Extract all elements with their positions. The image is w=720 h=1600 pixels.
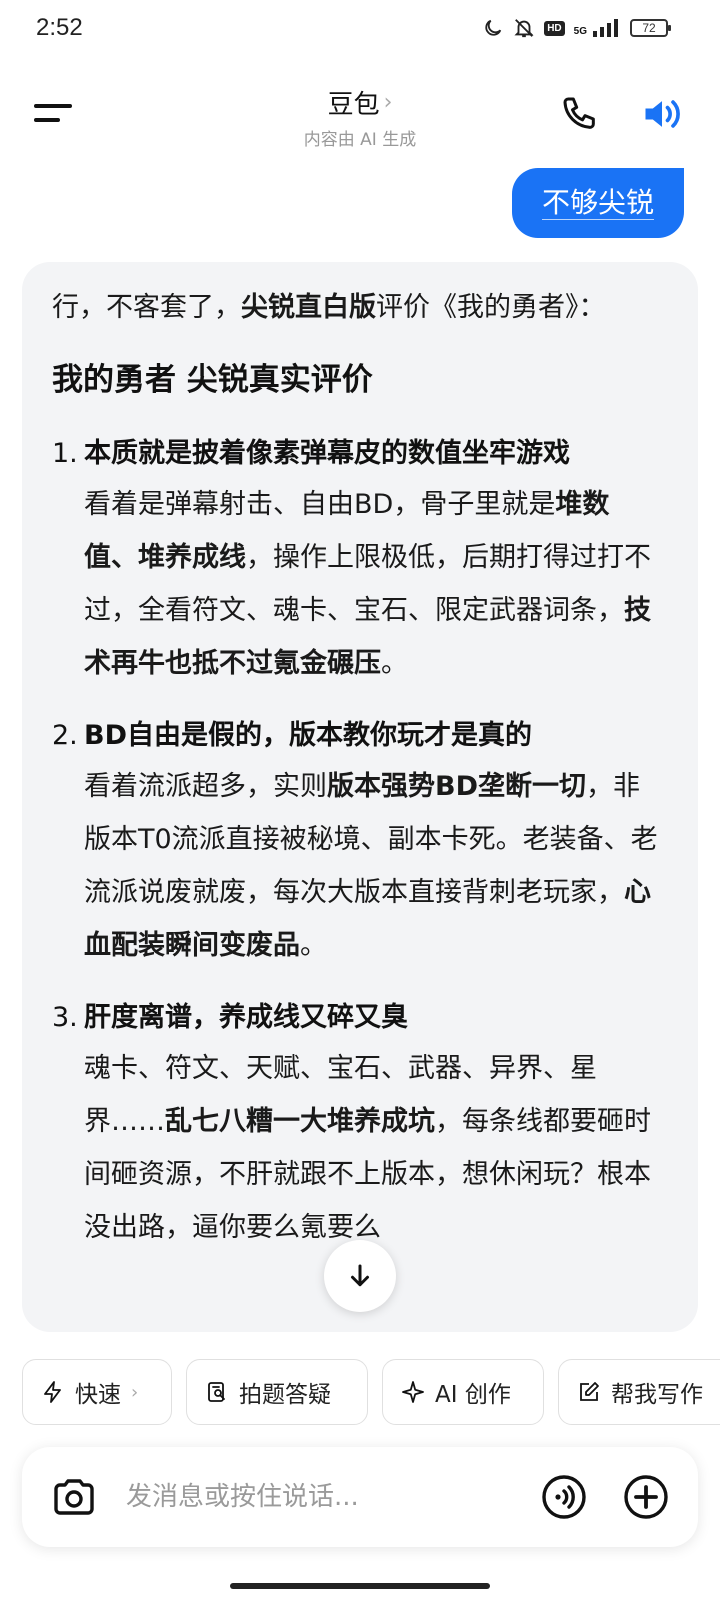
ai-intro-bold: 尖锐直白版: [241, 292, 376, 323]
ai-item-text-3: 。: [300, 930, 327, 961]
ai-message-card: 行，不客套了，尖锐直白版评价《我的勇者》： 我的勇者 尖锐真实评价 1. 本质就…: [22, 262, 698, 1332]
ai-heading: 我的勇者 尖锐真实评价: [52, 362, 373, 398]
ai-item-text-1: 看着是弹幕射击、自由BD，骨子里就是: [84, 489, 556, 520]
scroll-to-bottom-button[interactable]: [324, 1240, 396, 1312]
photo-search-icon: [208, 1382, 225, 1402]
quick-action-label: AI 创作: [435, 1382, 511, 1408]
ai-item-bold-1: 乱七八糟一大堆养成坑: [165, 1106, 435, 1137]
quick-action-label: 快速: [75, 1382, 121, 1408]
hd-icon: HD: [544, 20, 565, 36]
ai-item-title: 肝度离谱，养成线又碎又臭: [84, 1002, 408, 1033]
quick-action-write[interactable]: 帮我写作: [558, 1359, 720, 1425]
network-label: 5G: [573, 26, 587, 37]
ai-item-text: 看着流派超多，实则版本强势BD垄断一切，非版本T0流派直接被秘境、副本卡死。老装…: [84, 760, 662, 972]
status-time: 2:52: [36, 14, 83, 41]
ai-item-text: 魂卡、符文、天赋、宝石、武器、异界、星界……乱七八糟一大堆养成坑，每条线都要砸时…: [84, 1042, 662, 1254]
top-bar: 豆包 › 内容由 AI 生成: [0, 70, 720, 160]
ai-list-item: 1. 本质就是披着像素弹幕皮的数值坐牢游戏 看着是弹幕射击、自由BD，骨子里就是…: [52, 430, 662, 690]
message-input[interactable]: [126, 1473, 516, 1521]
edit-icon: [580, 1382, 599, 1401]
message-input-bar: [22, 1447, 698, 1547]
ai-item-number: 1.: [52, 438, 78, 469]
quick-action-ai-create[interactable]: AI 创作: [382, 1359, 544, 1425]
ai-list-item: 3. 肝度离谱，养成线又碎又臭 魂卡、符文、天赋、宝石、武器、异界、星界……乱七…: [52, 994, 662, 1254]
chevron-right-icon: ›: [383, 90, 393, 115]
quick-action-label: 拍题答疑: [239, 1382, 331, 1408]
status-bar: 2:52 HD 5G 72: [0, 0, 720, 62]
ai-intro-pre: 行，不客套了，: [52, 292, 241, 323]
quick-action-label: 帮我写作: [611, 1382, 703, 1408]
speaker-icon: [645, 100, 680, 128]
lightning-icon: [44, 1381, 61, 1403]
title-block: 豆包 › 内容由 AI 生成: [0, 84, 720, 150]
user-message-text: 不够尖锐: [541, 186, 654, 220]
camera-button[interactable]: [50, 1473, 98, 1521]
user-message-bubble[interactable]: 不够尖锐: [511, 168, 684, 238]
phone-icon: [563, 97, 595, 129]
moon-icon: [482, 17, 504, 39]
title-button[interactable]: 豆包 ›: [328, 84, 393, 121]
camera-icon: [54, 1479, 94, 1515]
chevron-right-icon: ›: [131, 1381, 139, 1403]
battery-icon: 72: [630, 19, 671, 37]
home-indicator[interactable]: [230, 1583, 490, 1589]
ai-intro-post: 评价《我的勇者》：: [376, 292, 606, 323]
plus-icon: [624, 1475, 668, 1519]
ai-item-text-3: 。: [381, 648, 408, 679]
page-title: 豆包: [327, 90, 380, 120]
ai-item-title: BD自由是假的，版本教你玩才是真的: [84, 720, 532, 751]
speaker-button[interactable]: [640, 92, 684, 136]
bell-off-icon: [513, 17, 535, 39]
ai-item-title: 本质就是披着像素弹幕皮的数值坐牢游戏: [84, 438, 570, 469]
ai-disclaimer: 内容由 AI 生成: [303, 130, 417, 150]
ai-list-item: 2. BD自由是假的，版本教你玩才是真的 看着流派超多，实则版本强势BD垄断一切…: [52, 712, 662, 972]
quick-action-photo-qa[interactable]: 拍题答疑: [186, 1359, 368, 1425]
quick-actions-bar: 快速 › 拍题答疑 AI 创作 帮我写作: [0, 1335, 720, 1425]
voice-icon: [542, 1475, 586, 1519]
more-options-button[interactable]: [622, 1473, 670, 1521]
ai-intro: 行，不客套了，尖锐直白版评价《我的勇者》：: [52, 284, 662, 332]
status-icons: HD 5G 72: [482, 17, 671, 39]
ai-item-number: 2.: [52, 720, 78, 751]
ai-item-number: 3.: [52, 1002, 78, 1033]
sparkle-icon: [402, 1381, 424, 1403]
quick-action-fast[interactable]: 快速 ›: [22, 1359, 172, 1425]
ai-item-text: 看着是弹幕射击、自由BD，骨子里就是堆数值、堆养成线，操作上限极低，后期打得过打…: [84, 478, 662, 690]
call-button[interactable]: [560, 94, 600, 134]
signal-icon: 5G: [574, 19, 621, 37]
voice-call-button[interactable]: [540, 1473, 588, 1521]
arrow-down-icon: [351, 1264, 369, 1287]
ai-item-bold-1: 版本强势BD垄断一切: [327, 771, 586, 802]
ai-item-text-1: 看着流派超多，实则: [84, 771, 327, 802]
